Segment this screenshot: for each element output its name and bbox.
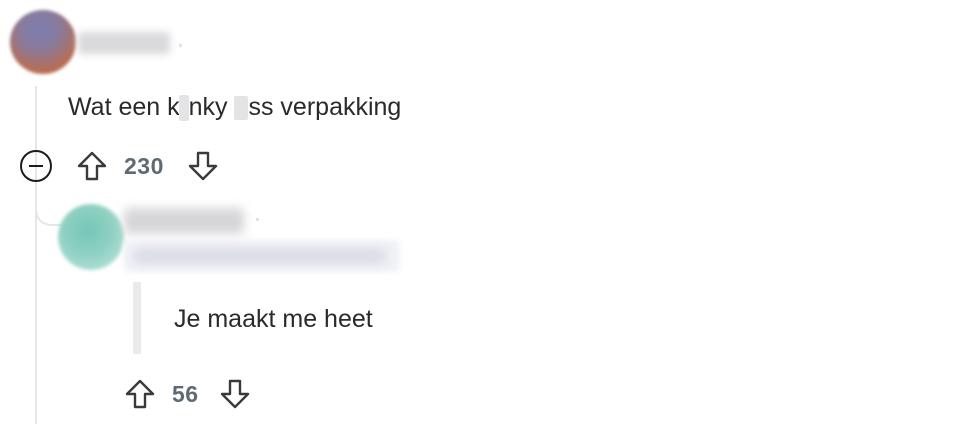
- flair-text-redacted: [132, 248, 387, 264]
- comment-text: nky: [188, 93, 235, 121]
- vote-score: 56: [172, 381, 199, 407]
- username-redacted[interactable]: [124, 208, 244, 234]
- avatar[interactable]: [58, 204, 124, 270]
- redaction-mark: [234, 96, 249, 121]
- separator-dot: [256, 218, 259, 221]
- comment-text: ss verpakking: [248, 93, 402, 121]
- comment-text: Wat een k: [68, 93, 180, 121]
- thread-line[interactable]: [35, 86, 37, 424]
- downvote-arrow-icon[interactable]: [187, 150, 219, 182]
- upvote-arrow-icon[interactable]: [76, 150, 108, 182]
- downvote-arrow-icon[interactable]: [219, 378, 251, 410]
- username-redacted[interactable]: [78, 32, 170, 54]
- comment-body: Wat een k nky ss verpakking: [68, 92, 401, 122]
- upvote-arrow-icon[interactable]: [124, 378, 156, 410]
- reply-body: Je maakt me heet: [174, 305, 373, 333]
- vote-score: 230: [124, 153, 164, 179]
- avatar[interactable]: [10, 10, 76, 74]
- redaction-mark: [178, 95, 189, 122]
- separator-dot: [179, 44, 182, 47]
- collapse-minus-icon[interactable]: [20, 150, 52, 182]
- quote-bar: [133, 282, 141, 354]
